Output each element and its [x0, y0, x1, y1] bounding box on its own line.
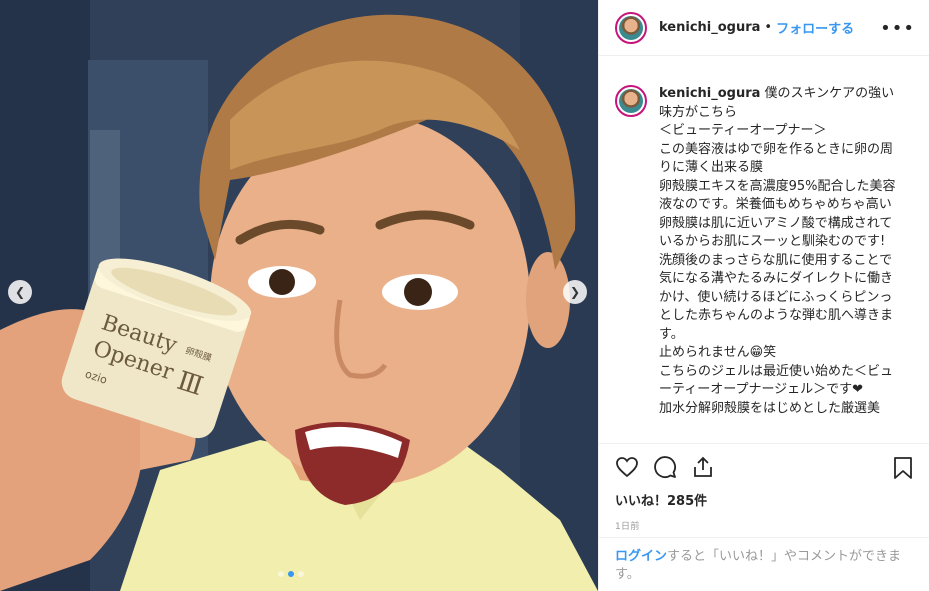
avatar-image — [619, 89, 643, 113]
bookmark-icon[interactable] — [892, 456, 914, 484]
header-username[interactable]: kenichi_ogura — [659, 20, 760, 35]
login-link[interactable]: ログイン — [615, 549, 667, 564]
post-header: kenichi_ogura • フォローする ••• — [599, 0, 929, 56]
caption-row: kenichi_ogura 僕のスキンケアの強い味方がこちら ＜ビューティーオー… — [615, 85, 914, 418]
carousel-dot-active[interactable] — [288, 571, 294, 577]
photo-illustration: Beauty Opener Ⅲ 卵殻膜 ozio — [0, 0, 598, 591]
avatar-image — [619, 15, 643, 40]
caption-avatar[interactable] — [615, 85, 647, 117]
action-bar: いいね！285件 1日前 — [599, 443, 929, 532]
caption-username[interactable]: kenichi_ogura — [659, 86, 760, 101]
header-separator: • — [764, 20, 773, 35]
avatar[interactable] — [615, 11, 647, 44]
caption: kenichi_ogura 僕のスキンケアの強い味方がこちら ＜ビューティーオー… — [659, 85, 902, 418]
next-photo-button[interactable]: ❯ — [563, 280, 587, 304]
post-side-panel: kenichi_ogura • フォローする ••• kenichi_ogura… — [598, 0, 929, 591]
chevron-right-icon: ❯ — [569, 285, 581, 299]
comment-icon[interactable] — [653, 455, 677, 483]
chevron-left-icon: ❮ — [14, 285, 26, 299]
action-icons — [615, 454, 914, 484]
carousel-dot[interactable] — [298, 571, 304, 577]
more-options-icon[interactable]: ••• — [880, 18, 915, 39]
post-photo[interactable]: Beauty Opener Ⅲ 卵殻膜 ozio ❮ ❯ — [0, 0, 598, 591]
login-prompt: ログインすると「いいね！」やコメントができます。 — [599, 537, 929, 584]
heart-icon[interactable] — [615, 455, 639, 483]
carousel-dot[interactable] — [278, 571, 284, 577]
share-icon[interactable] — [691, 455, 715, 483]
prev-photo-button[interactable]: ❮ — [8, 280, 32, 304]
caption-body: 僕のスキンケアの強い味方がこちら ＜ビューティーオープナー＞ この美容液はゆで卵… — [659, 86, 896, 416]
comments-area[interactable]: kenichi_ogura 僕のスキンケアの強い味方がこちら ＜ビューティーオー… — [599, 57, 929, 442]
post-timestamp[interactable]: 1日前 — [615, 519, 914, 532]
follow-button[interactable]: フォローする — [776, 18, 854, 37]
carousel-dots — [278, 571, 304, 577]
likes-count[interactable]: いいね！285件 — [615, 490, 914, 509]
